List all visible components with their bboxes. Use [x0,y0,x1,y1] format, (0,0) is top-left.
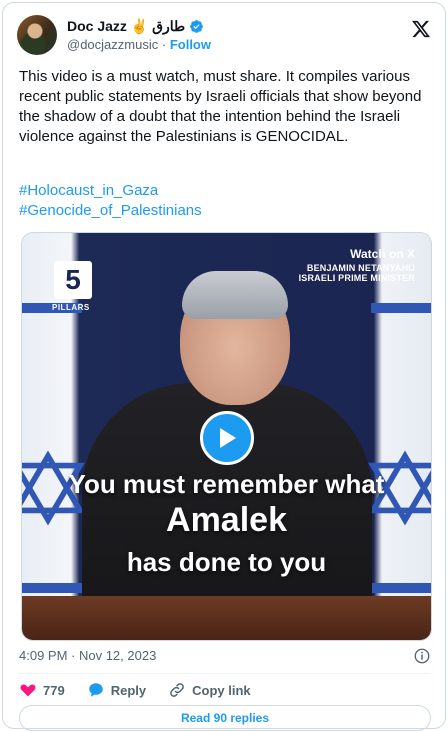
video-player[interactable]: 5 PILLARS Watch on X BENJAMIN NETANYAHU … [21,232,432,641]
watch-on-x-link[interactable]: Watch on X [350,247,415,261]
speaker-hair [182,271,288,319]
hashtag-link[interactable]: #Genocide_of_Palestinians [19,201,202,221]
x-logo-icon[interactable] [411,19,431,39]
flag-stripe-decoration [371,583,431,593]
separator: · [161,37,167,52]
author-handle-row: @docjazzmusic · Follow [67,37,211,52]
five-pillars-logo-text: PILLARS [52,303,90,312]
author-name-row: Doc Jazz ✌️ طارق [67,18,204,35]
play-icon [220,428,236,448]
verified-badge-icon [190,20,204,33]
avatar[interactable] [17,15,57,55]
flag-stripe-decoration [22,583,82,593]
divider [19,673,431,674]
video-caption-line: You must remember what [68,469,385,499]
follow-button[interactable]: Follow [170,37,211,52]
hashtag-link[interactable]: #Holocaust_in_Gaza [19,181,202,201]
heart-icon [20,684,36,697]
play-button[interactable] [200,411,254,465]
tweet-text: This video is a must watch, must share. … [19,68,422,145]
video-caption-line: Amalek [166,501,287,539]
five-pillars-logo: 5 [54,261,92,299]
author-name[interactable]: Doc Jazz ✌️ طارق [67,18,185,35]
copy-link-label: Copy link [192,682,251,698]
speaker-title: ISRAELI PRIME MINISTER [298,273,415,283]
reply-label: Reply [110,682,147,698]
read-replies-button[interactable]: Read 90 replies [19,705,431,731]
podium [22,596,431,640]
copy-link-button[interactable]: Copy link [168,681,251,699]
like-count: 779 [43,682,65,698]
speaker-nameplate: BENJAMIN NETANYAHU ISRAELI PRIME MINISTE… [299,263,415,283]
tweet-header: Doc Jazz ✌️ طارق @docjazzmusic · Follow [17,15,433,59]
reply-button[interactable]: Reply [87,681,146,699]
link-icon [170,683,184,697]
like-button[interactable]: 779 [19,681,65,699]
hashtag-list: #Holocaust_in_Gaza #Genocide_of_Palestin… [19,181,202,221]
tweet-timestamp[interactable]: 4:09 PM · Nov 12, 2023 [19,648,156,663]
info-icon[interactable] [413,647,431,665]
video-caption-line: has done to you [126,547,327,577]
speaker-name: BENJAMIN NETANYAHU [306,263,415,273]
author-handle[interactable]: @docjazzmusic [67,37,158,52]
action-bar: 779 Reply Copy link [19,680,273,700]
reply-bubble-icon [88,683,103,697]
tweet-card: Doc Jazz ✌️ طارق @docjazzmusic · Follow … [2,2,446,731]
flag-stripe-decoration [371,303,431,313]
